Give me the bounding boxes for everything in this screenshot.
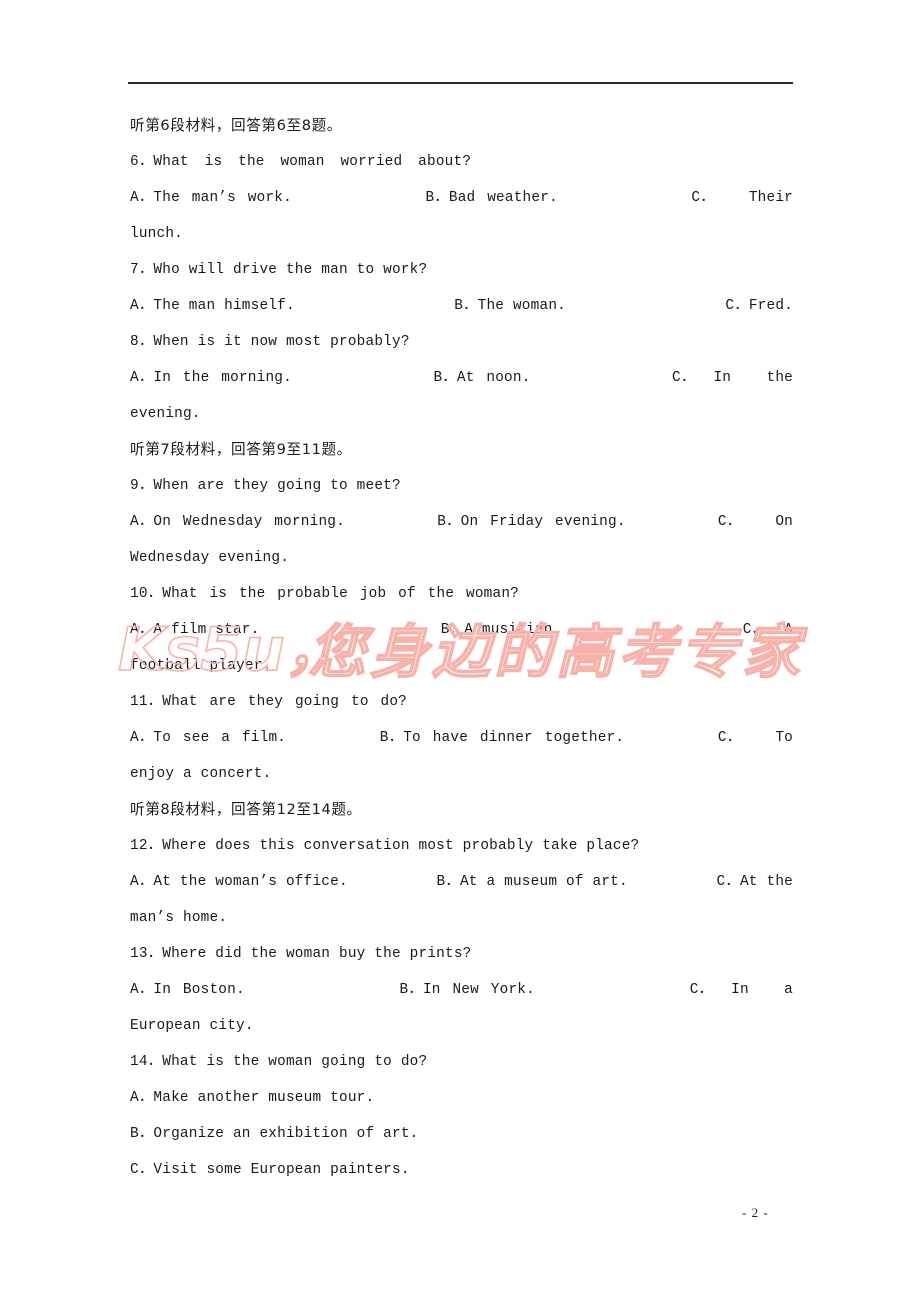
option-11-c-label: C． — [717, 730, 742, 746]
option-13-c-label: C． — [689, 982, 714, 998]
option-spacer — [245, 972, 400, 1008]
option-9-a[interactable]: A．On Wednesday morning. — [130, 504, 345, 540]
header-rule — [128, 82, 793, 84]
option-6-c-tail: lunch. — [130, 226, 184, 242]
section-heading: 听第8段材料，回答第12至14题。 — [130, 801, 362, 818]
option-spacer — [624, 720, 718, 756]
justify-gap — [766, 612, 784, 648]
options-row-7: A．The man himself. B．The woman. C．Fred. — [130, 288, 793, 324]
option-6-a[interactable]: A．The man’s work. — [130, 180, 292, 216]
option-spacer — [535, 972, 690, 1008]
document-body: 听第6段材料，回答第6至8题。 6．What is the woman worr… — [130, 108, 793, 1188]
option-8-b[interactable]: B．At noon. — [433, 360, 530, 396]
option-spacer — [566, 288, 725, 324]
option-spacer — [345, 504, 437, 540]
page-number: - 2 - — [742, 1205, 769, 1220]
option-13-c-head: In a — [731, 982, 793, 998]
option-9-c[interactable]: C． On — [718, 504, 793, 540]
option-11-c-tail: enjoy a concert. — [130, 766, 272, 782]
section-heading: 听第7段材料，回答第9至11题。 — [130, 441, 352, 458]
question-stem-14: 14．What is the woman going to do? — [130, 1054, 428, 1070]
question-stem-8: 8．When is it now most probably? — [130, 334, 410, 350]
option-8-c-head: In the — [713, 370, 793, 386]
option-6-c[interactable]: C． Their — [691, 180, 793, 216]
option-spacer — [292, 180, 425, 216]
option-14-b[interactable]: B．Organize an exhibition of art. — [130, 1116, 793, 1152]
option-12-b[interactable]: B．At a museum of art. — [437, 864, 628, 900]
question-stem-6: 6．What is the woman worried about? — [130, 154, 472, 170]
option-8-c-tail: evening. — [130, 406, 201, 422]
option-6-c-label: C． — [691, 190, 715, 206]
option-6-c-head: Their — [748, 190, 793, 206]
option-12-a[interactable]: A．At the woman’s office. — [130, 864, 348, 900]
option-13-c-tail: European city. — [130, 1018, 254, 1034]
option-spacer — [628, 864, 717, 900]
option-6-b[interactable]: B．Bad weather. — [425, 180, 557, 216]
option-13-a[interactable]: A．In Boston. — [130, 972, 245, 1008]
option-7-c[interactable]: C．Fred. — [725, 288, 793, 324]
option-12-c[interactable]: C．At the — [717, 864, 793, 900]
option-spacer — [531, 360, 672, 396]
option-8-a[interactable]: A．In the morning. — [130, 360, 292, 396]
option-10-c-label: C． — [742, 622, 767, 638]
option-spacer — [348, 864, 437, 900]
justify-gap — [741, 720, 775, 756]
question-stem-9: 9．When are they going to meet? — [130, 478, 401, 494]
question-stem-13: 13．Where did the woman buy the prints? — [130, 946, 472, 962]
option-spacer — [295, 288, 454, 324]
option-7-b[interactable]: B．The woman. — [454, 288, 566, 324]
option-9-c-tail: Wednesday evening. — [130, 550, 290, 566]
option-7-a[interactable]: A．The man himself. — [130, 288, 295, 324]
question-stem-10: 10．What is the probable job of the woman… — [130, 586, 520, 602]
option-8-c[interactable]: C． In the — [672, 360, 793, 396]
section-heading: 听第6段材料，回答第6至8题。 — [130, 117, 342, 134]
option-spacer — [561, 612, 742, 648]
option-spacer — [626, 504, 718, 540]
options-row-12: A．At the woman’s office. B．At a museum o… — [130, 864, 793, 900]
option-14-c[interactable]: C．Visit some European painters. — [130, 1152, 793, 1188]
question-stem-11: 11．What are they going to do? — [130, 694, 407, 710]
justify-gap — [741, 504, 775, 540]
options-row-6: A．The man’s work. B．Bad weather. C． Their — [130, 180, 793, 216]
option-11-c[interactable]: C． To — [718, 720, 793, 756]
options-row-9: A．On Wednesday morning. B．On Friday even… — [130, 504, 793, 540]
option-11-b[interactable]: B．To have dinner together. — [380, 720, 625, 756]
option-11-a[interactable]: A．To see a film. — [130, 720, 286, 756]
option-spacer — [286, 720, 380, 756]
justify-gap — [713, 972, 731, 1008]
option-spacer — [259, 612, 440, 648]
option-10-a[interactable]: A．A film star. — [130, 612, 259, 648]
option-8-c-label: C． — [672, 370, 696, 386]
options-row-10: A．A film star. B．A musician. C． A — [130, 612, 793, 648]
option-10-b[interactable]: B．A musician. — [441, 612, 562, 648]
option-10-c-head: A — [784, 622, 793, 638]
option-spacer — [292, 360, 433, 396]
question-stem-7: 7．Who will drive the man to work? — [130, 262, 428, 278]
option-spacer — [558, 180, 691, 216]
justify-gap — [715, 180, 749, 216]
option-13-c[interactable]: C． In a — [690, 972, 793, 1008]
option-12-c-tail: man’s home. — [130, 910, 228, 926]
document-page: 听第6段材料，回答第6至8题。 6．What is the woman worr… — [0, 0, 920, 1302]
option-13-b[interactable]: B．In New York. — [400, 972, 535, 1008]
question-stem-12: 12．Where does this conversation most pro… — [130, 838, 640, 854]
option-9-c-label: C． — [717, 514, 742, 530]
justify-gap — [695, 360, 713, 396]
options-row-13: A．In Boston. B．In New York. C． In a — [130, 972, 793, 1008]
option-14-a[interactable]: A．Make another museum tour. — [130, 1080, 793, 1116]
options-row-11: A．To see a film. B．To have dinner togeth… — [130, 720, 793, 756]
option-10-c-tail: football player. — [130, 658, 272, 674]
option-9-b[interactable]: B．On Friday evening. — [437, 504, 625, 540]
options-row-8: A．In the morning. B．At noon. C． In the — [130, 360, 793, 396]
option-11-c-head: To — [775, 730, 793, 746]
option-10-c[interactable]: C． A — [743, 612, 793, 648]
option-9-c-head: On — [775, 514, 794, 530]
